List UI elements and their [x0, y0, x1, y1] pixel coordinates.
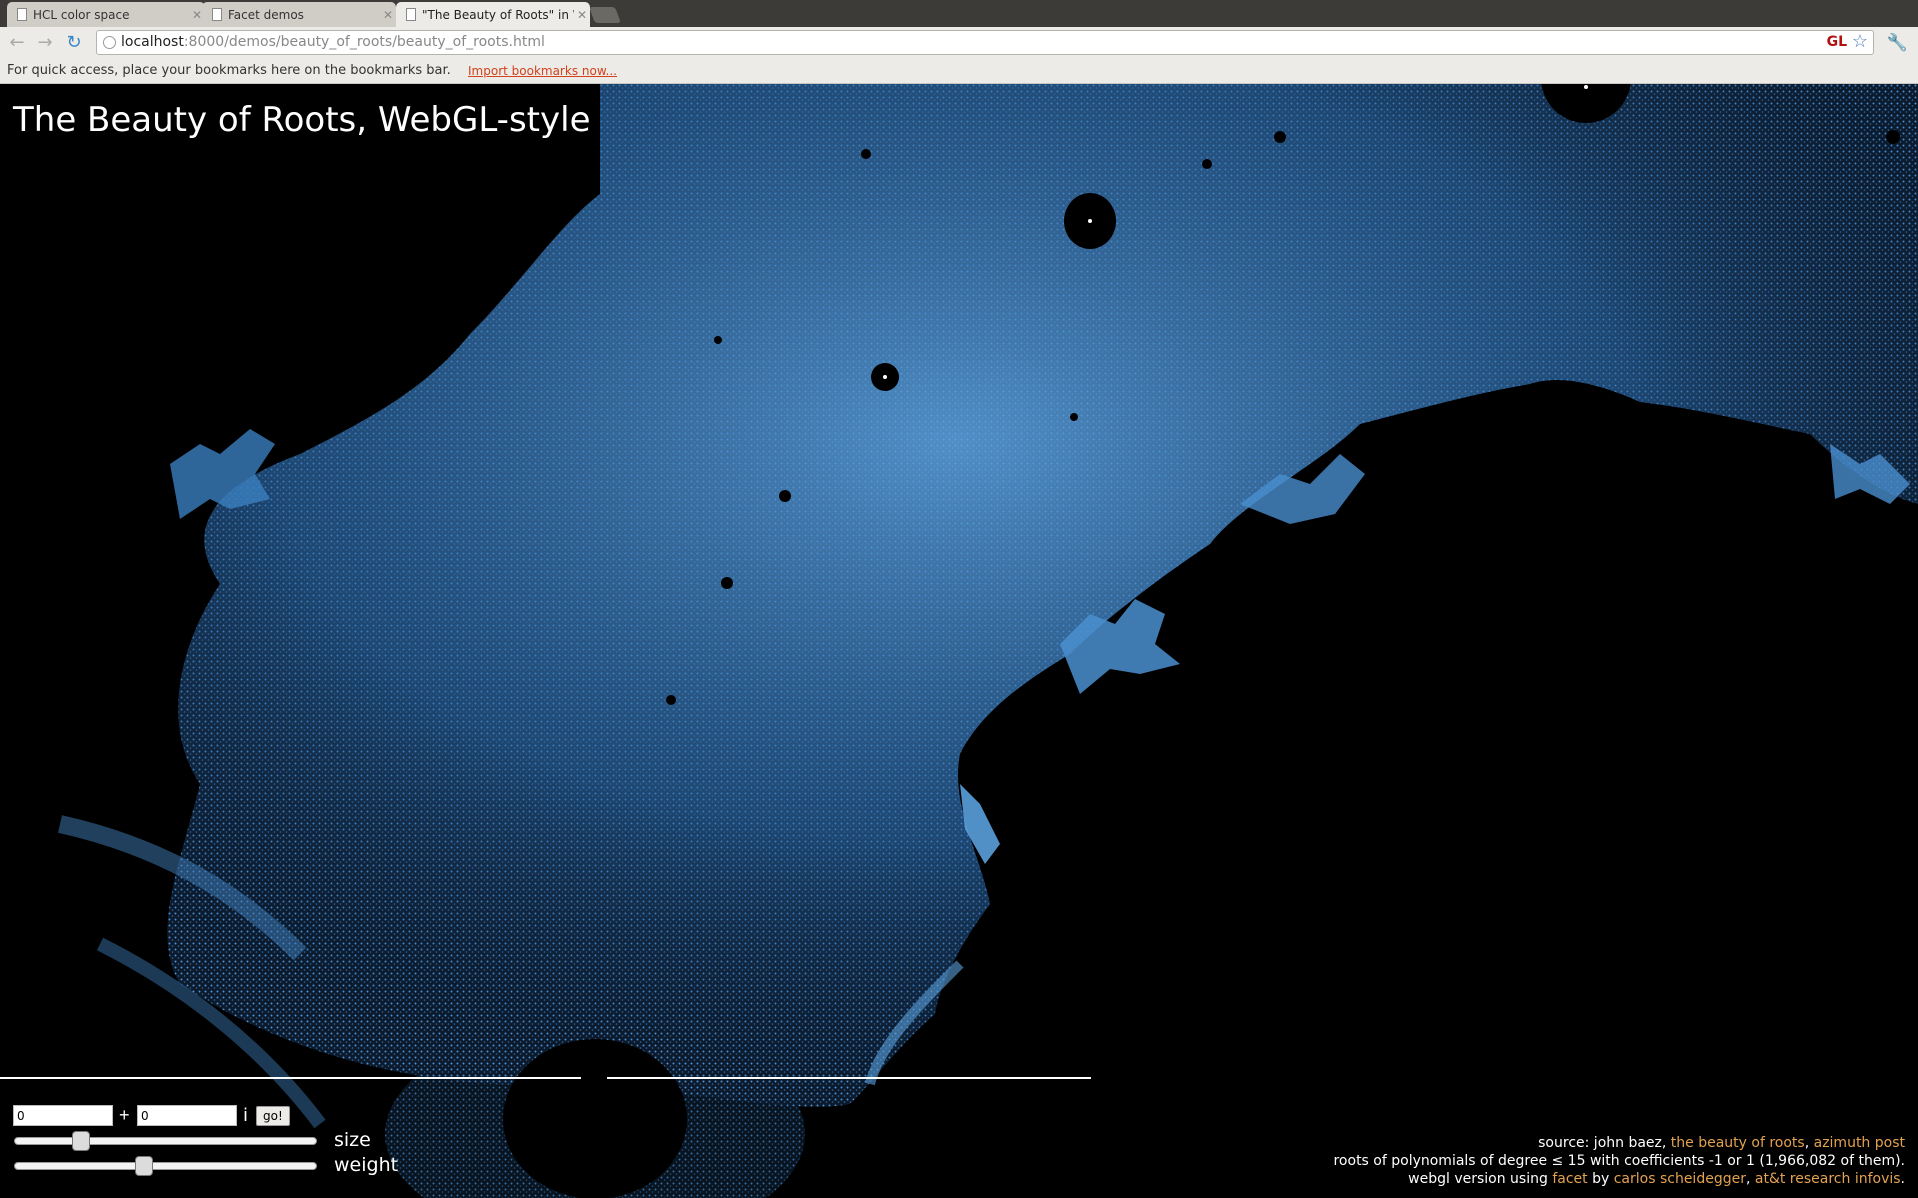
separator: ,	[1804, 1135, 1814, 1151]
import-bookmarks-link[interactable]: Import bookmarks now...	[468, 60, 617, 82]
weight-label: weight	[334, 1154, 399, 1176]
bookmarks-bar-message: For quick access, place your bookmarks h…	[7, 63, 451, 78]
new-tab-button[interactable]	[589, 7, 621, 23]
credits-description-line: roots of polynomials of degree ≤ 15 with…	[1333, 1153, 1905, 1169]
bookmarks-bar: For quick access, place your bookmarks h…	[0, 60, 1918, 84]
size-slider-thumb[interactable]	[72, 1131, 90, 1151]
period: .	[1900, 1171, 1905, 1187]
beauty-of-roots-link[interactable]: the beauty of roots	[1671, 1135, 1805, 1151]
address-bar[interactable]: localhost:8000/demos/beauty_of_roots/bea…	[96, 30, 1874, 55]
bookmark-star-icon[interactable]: ☆	[1852, 31, 1868, 52]
carlos-scheidegger-link[interactable]: carlos scheidegger	[1614, 1171, 1746, 1187]
page-icon	[406, 8, 416, 21]
credits-webgl-text: webgl version using	[1408, 1171, 1553, 1187]
att-research-infovis-link[interactable]: at&t research infovis	[1755, 1171, 1901, 1187]
credits-source-text: source: john baez,	[1538, 1135, 1671, 1151]
webgl-extension-icon[interactable]: GL	[1827, 34, 1847, 50]
plus-sign: +	[119, 1105, 130, 1125]
go-button[interactable]: go!	[256, 1106, 290, 1126]
by-text: by	[1587, 1171, 1614, 1187]
tab-strip: HCL color space ✕ Facet demos ✕ "The Bea…	[0, 0, 1918, 27]
roots-cloud	[58, 84, 1918, 1198]
close-icon[interactable]: ✕	[574, 8, 590, 22]
tab-title: Facet demos	[228, 7, 304, 22]
tab-facet-demos[interactable]: Facet demos ✕	[202, 2, 396, 27]
url-text[interactable]: localhost:8000/demos/beauty_of_roots/bea…	[121, 34, 545, 50]
page-icon	[17, 8, 27, 21]
size-slider[interactable]	[14, 1131, 317, 1151]
facet-link[interactable]: facet	[1552, 1171, 1587, 1187]
imaginary-part-input[interactable]	[137, 1105, 237, 1126]
url-host: localhost	[121, 34, 184, 50]
roots-plot[interactable]	[0, 84, 1918, 1198]
wrench-menu-icon[interactable]: 🔧	[1887, 33, 1908, 53]
tab-hcl-color-space[interactable]: HCL color space ✕	[7, 2, 205, 27]
tab-title: "The Beauty of Roots" in W	[422, 7, 574, 22]
imaginary-unit-label: i	[243, 1105, 249, 1126]
url-path: :8000/demos/beauty_of_roots/beauty_of_ro…	[183, 34, 545, 50]
separator: ,	[1745, 1171, 1755, 1187]
azimuth-post-link[interactable]: azimuth post	[1814, 1135, 1905, 1151]
tab-title: HCL color space	[33, 7, 130, 22]
page-title: The Beauty of Roots, WebGL-style	[13, 100, 591, 140]
page-icon	[212, 8, 222, 21]
weight-slider-thumb[interactable]	[135, 1156, 153, 1176]
page-viewport: The Beauty of Roots, WebGL-style + i go!…	[0, 84, 1918, 1198]
credits-webgl-line: webgl version using facet by carlos sche…	[1333, 1170, 1905, 1188]
back-arrow-icon[interactable]: ←	[5, 32, 29, 54]
size-label: size	[334, 1129, 371, 1151]
reload-icon[interactable]: ↻	[62, 32, 86, 54]
credits: source: john baez, the beauty of roots, …	[1333, 1134, 1905, 1188]
real-part-input[interactable]	[13, 1105, 113, 1126]
weight-slider[interactable]	[14, 1156, 317, 1176]
forward-arrow-icon[interactable]: →	[33, 32, 57, 54]
credits-source-line: source: john baez, the beauty of roots, …	[1333, 1134, 1905, 1152]
close-icon[interactable]: ✕	[380, 8, 396, 22]
tab-beauty-of-roots[interactable]: "The Beauty of Roots" in W ✕	[396, 2, 590, 27]
page-info-icon[interactable]	[103, 36, 116, 49]
browser-toolbar: ← → ↻ localhost:8000/demos/beauty_of_roo…	[0, 27, 1918, 61]
